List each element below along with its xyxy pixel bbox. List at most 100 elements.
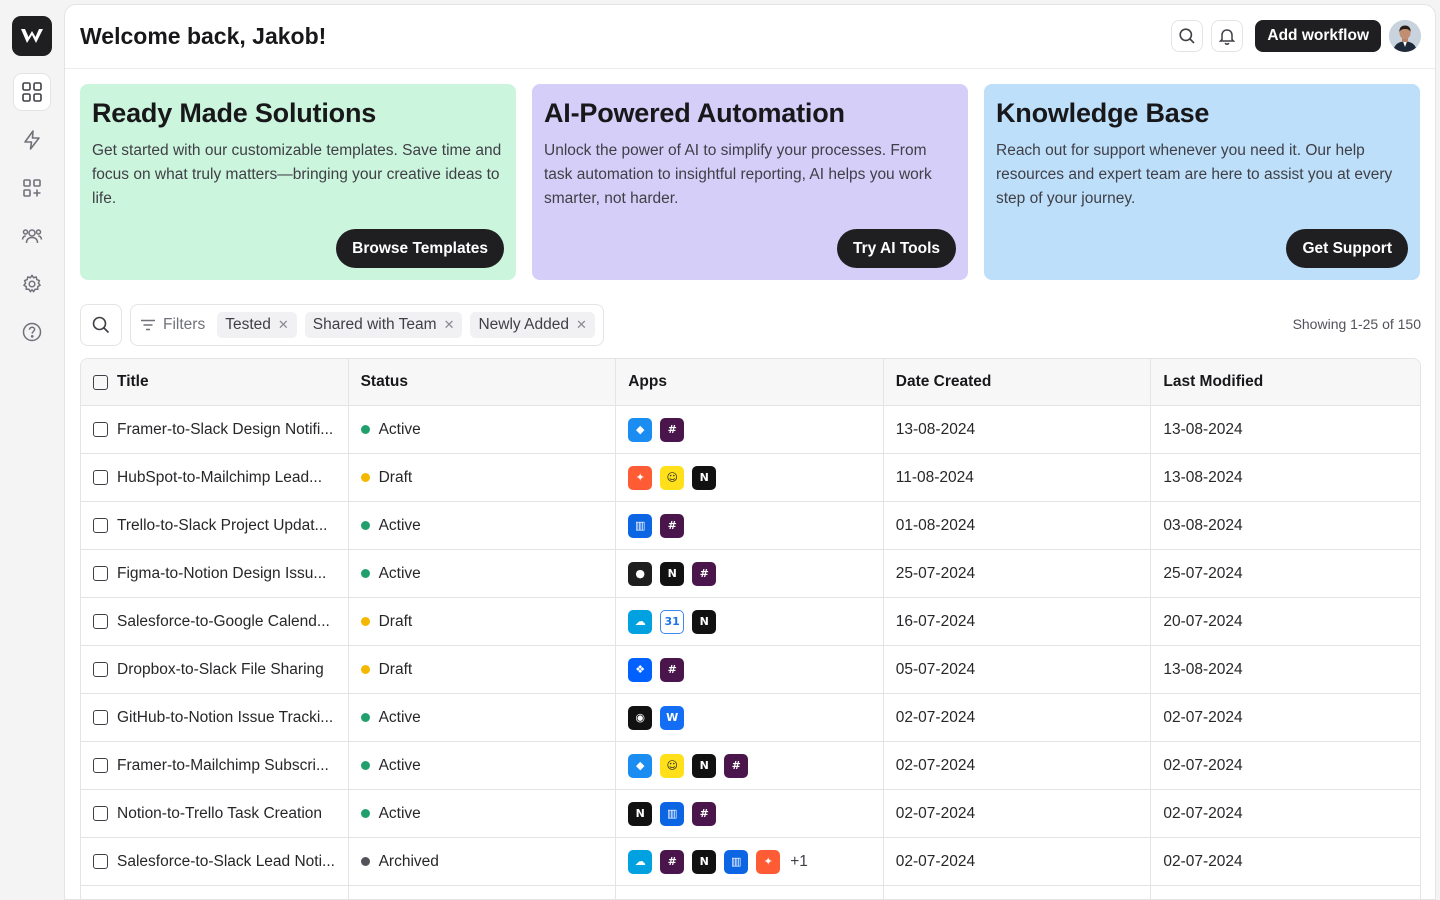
cell-last-modified: 25-07-2024: [1163, 564, 1243, 582]
table-row[interactable]: Salesforce-to-Slack Lead Noti... Archived…: [81, 838, 1420, 886]
pagination-summary: Showing 1-25 of 150: [1292, 316, 1421, 332]
nav-automations[interactable]: [14, 122, 50, 158]
status-dot: [360, 521, 370, 530]
workflow-title[interactable]: Dropbox-to-Slack File Sharing: [117, 661, 324, 679]
chip-label: Shared with Team: [312, 316, 437, 333]
cell-date-created: 02-07-2024: [884, 838, 1152, 885]
table-row[interactable]: Framer-to-Mailchimp Subscri... Active ◆ ☺ N #…: [81, 742, 1420, 790]
slack-icon: #: [692, 801, 717, 826]
filter-chip-shared-with-team[interactable]: Shared with Team ✕: [304, 312, 463, 338]
chip-label: Tested: [225, 316, 271, 333]
table-search-button[interactable]: [80, 304, 122, 346]
browse-templates-button[interactable]: Browse Templates: [336, 229, 504, 268]
search-button[interactable]: [1171, 20, 1204, 52]
workflow-title[interactable]: Salesforce-to-Google Calend...: [117, 613, 330, 631]
workflow-title[interactable]: HubSpot-to-Mailchimp Lead...: [117, 469, 322, 487]
close-icon[interactable]: ✕: [444, 317, 455, 333]
workflow-title[interactable]: Framer-to-Mailchimp Subscri...: [117, 757, 329, 775]
main-panel: Welcome back, Jakob! Add workflow Ready …: [64, 4, 1436, 900]
filter-chips: Filters Tested ✕ Shared with Team ✕ Newl…: [130, 304, 604, 346]
table-row[interactable]: Dropbox-to-Slack File Sharing Draft ❖ #05-0…: [81, 646, 1420, 694]
status-dot: [360, 617, 370, 626]
grid-icon: [22, 82, 42, 102]
add-workflow-button[interactable]: Add workflow: [1255, 20, 1381, 52]
row-checkbox[interactable]: [93, 854, 108, 869]
chip-label: Newly Added: [478, 316, 569, 333]
search-icon: [92, 316, 110, 334]
column-label: Apps: [628, 373, 667, 390]
table-row[interactable]: Notion-to-Trello Task Creation Active N ▥ #0…: [81, 790, 1420, 838]
status-dot: [360, 857, 370, 866]
slack-icon: #: [692, 561, 717, 586]
hubspot-icon: ✦: [628, 465, 653, 490]
nav-integrations[interactable]: [14, 170, 50, 206]
status-dot: [360, 665, 370, 674]
filters-button[interactable]: Filters: [139, 316, 209, 334]
row-checkbox[interactable]: [93, 422, 108, 437]
gcal-icon: 31: [660, 609, 685, 634]
table-row[interactable]: Framer-to-Slack Design Notifi... Active ◆ #…: [81, 406, 1420, 454]
workflow-title[interactable]: Salesforce-to-Slack Lead Noti...: [117, 853, 335, 871]
cell-status: Archived: [349, 838, 617, 885]
row-checkbox[interactable]: [93, 710, 108, 725]
column-apps[interactable]: Apps: [616, 359, 884, 405]
workflow-title[interactable]: GitHub-to-Notion Issue Tracki...: [117, 709, 333, 727]
row-checkbox[interactable]: [93, 566, 108, 581]
workflow-title[interactable]: Framer-to-Slack Design Notifi...: [117, 421, 333, 439]
cell-last-modified: 13-08-2024: [1163, 660, 1243, 678]
try-ai-tools-button[interactable]: Try AI Tools: [837, 229, 956, 268]
trello-icon: ▥: [724, 849, 749, 874]
nav-settings[interactable]: [14, 266, 50, 302]
cell-date-created: 01-08-2024: [884, 502, 1152, 549]
webflow-icon: W: [660, 705, 685, 730]
row-checkbox[interactable]: [93, 806, 108, 821]
nav-team[interactable]: [14, 218, 50, 254]
status-dot: [360, 713, 370, 722]
filter-bar: Filters Tested ✕ Shared with Team ✕ Newl…: [80, 304, 1421, 346]
app-logo[interactable]: [12, 16, 52, 56]
row-checkbox[interactable]: [93, 662, 108, 677]
close-icon[interactable]: ✕: [576, 317, 587, 333]
table-row[interactable]: GitHub-to-Notion Issue Tracki... Active ◉ W…: [81, 694, 1420, 742]
more-apps-count[interactable]: +1: [790, 853, 808, 871]
notifications-button[interactable]: [1211, 20, 1244, 52]
mailchimp-icon: ☺: [660, 465, 685, 490]
status-dot: [360, 569, 370, 578]
avatar[interactable]: [1389, 20, 1421, 52]
nav-help[interactable]: [14, 314, 50, 350]
row-checkbox[interactable]: [93, 758, 108, 773]
table-row[interactable]: Trello-to-Slack Project Updat... Active ▥ #…: [81, 502, 1420, 550]
workflow-title[interactable]: Notion-to-Trello Task Creation: [117, 805, 322, 823]
cell-last-modified: 02-07-2024: [1163, 804, 1243, 822]
column-status[interactable]: Status: [349, 359, 617, 405]
select-all-checkbox[interactable]: [93, 374, 108, 390]
workflow-title[interactable]: Trello-to-Slack Project Updat...: [117, 517, 327, 535]
cell-apps: ❖ #: [616, 646, 884, 693]
column-last-modified[interactable]: Last Modified: [1151, 359, 1420, 405]
filter-chip-tested[interactable]: Tested ✕: [217, 312, 297, 338]
row-checkbox[interactable]: [93, 470, 108, 485]
card-title: AI-Powered Automation: [544, 98, 845, 128]
table-row[interactable]: Figma-to-Notion Design Issu... Active ● N #2…: [81, 550, 1420, 598]
column-date-created[interactable]: Date Created: [884, 359, 1152, 405]
table-row[interactable]: [81, 886, 1420, 899]
nav-dashboard[interactable]: [14, 74, 50, 110]
apps-add-icon: [23, 179, 41, 197]
get-support-button[interactable]: Get Support: [1286, 229, 1408, 268]
row-checkbox[interactable]: [93, 518, 108, 533]
column-title[interactable]: Title: [81, 359, 349, 405]
header: Welcome back, Jakob! Add workflow: [65, 5, 1435, 69]
trello-icon: ▥: [628, 513, 653, 538]
row-checkbox[interactable]: [93, 614, 108, 629]
cell-date-created: 02-07-2024: [884, 790, 1152, 837]
status-label: Draft: [378, 468, 413, 486]
table-row[interactable]: HubSpot-to-Mailchimp Lead... Draft ✦ ☺ N 11-0…: [81, 454, 1420, 502]
status-label: Active: [378, 756, 421, 774]
framer-icon: ◆: [628, 753, 653, 778]
workflow-title[interactable]: Figma-to-Notion Design Issu...: [117, 565, 326, 583]
logo-icon: [21, 29, 43, 43]
cell-last-modified: 13-08-2024: [1163, 420, 1243, 438]
close-icon[interactable]: ✕: [278, 317, 289, 333]
table-row[interactable]: Salesforce-to-Google Calend... Draft ☁ 31 N 1…: [81, 598, 1420, 646]
filter-chip-newly-added[interactable]: Newly Added ✕: [470, 312, 595, 338]
